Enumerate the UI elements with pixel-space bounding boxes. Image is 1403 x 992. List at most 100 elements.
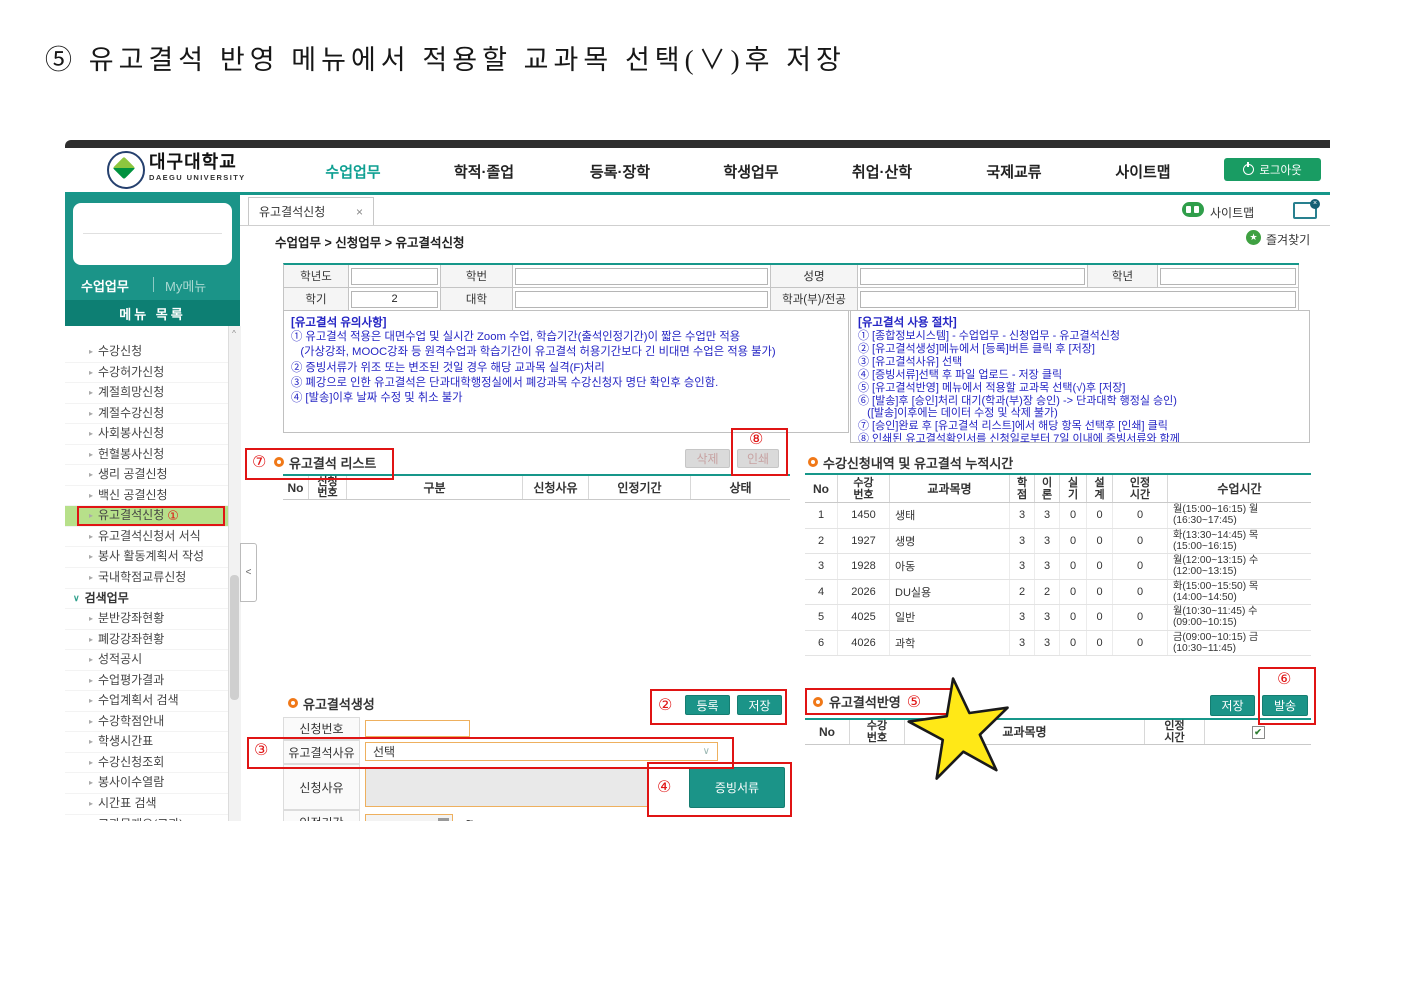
annotation-7: ⑦: [252, 452, 267, 471]
breadcrumb: 수업업무 > 신청업무 > 유고결석신청: [275, 236, 465, 250]
enrollment-table: No 수강 번호 교과목명 학 점 이 론 실 기 설 계 인정 시간 수업시간…: [805, 473, 1311, 656]
sitemap-icon[interactable]: [1182, 202, 1204, 217]
sidebar-item-seasonal-hope[interactable]: ▸ 계절희망신청: [65, 383, 228, 404]
reason-label: 신청사유: [283, 764, 360, 810]
reason-textarea[interactable]: [365, 768, 648, 807]
sidebar-item-service-plan[interactable]: ▸ 봉사 활동계획서 작성: [65, 547, 228, 569]
sidebar-section-search[interactable]: ∨ 검색업무: [65, 588, 228, 610]
field-label: 학년도: [284, 265, 349, 287]
scroll-up-arrow[interactable]: ^: [228, 326, 240, 340]
header-divider: [65, 192, 1330, 195]
sidebar-item-credit-exchange[interactable]: ▸ 국내학점교류신청: [65, 568, 228, 589]
nav-records[interactable]: 학적·졸업: [454, 161, 514, 182]
create-section-title: 유고결석생성: [303, 697, 375, 712]
reason-type-select[interactable]: 선택 ∨: [365, 742, 718, 761]
sidebar-item-period-absence[interactable]: ▸ 생리 공결신청: [65, 465, 228, 486]
power-icon: [1243, 162, 1255, 175]
send-button[interactable]: 발송: [1262, 695, 1308, 716]
popup-window-icon[interactable]: ×: [1293, 199, 1320, 219]
field-label: 학과(부)/전공: [771, 288, 858, 310]
triangle-icon: ▸: [89, 573, 94, 583]
nav-classes[interactable]: 수업업무: [325, 161, 380, 182]
sidebar-item-credit-guide[interactable]: ▸ 수강학점안내: [65, 711, 228, 733]
university-logo: 대구대학교 DAEGU UNIVERSITY: [149, 153, 246, 182]
annotation-3: ③: [254, 740, 269, 759]
sidebar-item-absence-apply[interactable]: ▸ 유고결석신청 ①: [65, 506, 228, 527]
sidebar-item-closed-status[interactable]: ▸ 폐강강좌현황: [65, 629, 228, 651]
save-button[interactable]: 저장: [737, 695, 782, 715]
absence-list-title: 유고결석 리스트: [289, 456, 377, 471]
table-row: 2 1927 생명 3 3 0 0 0 화(13:30~14:45) 목(15:00~16:15…: [805, 528, 1311, 554]
college-input[interactable]: [515, 290, 768, 308]
tabbar-divider: [240, 225, 1330, 226]
sidebar-item-service-record[interactable]: ▸ 봉사이수열람: [65, 773, 228, 795]
register-button[interactable]: 등록: [685, 695, 730, 715]
sidebar-item-vaccine-absence[interactable]: ▸ 백신 공결신청: [65, 485, 228, 507]
name-input[interactable]: [860, 267, 1085, 285]
major-input[interactable]: [860, 290, 1296, 308]
reason-type-label: 유고결석사유: [283, 740, 360, 764]
sidebar-item-social-service[interactable]: ▸ 사회봉사신청: [65, 424, 228, 445]
annotation-6: ⑥: [1277, 669, 1292, 688]
apply-save-button[interactable]: 저장: [1210, 695, 1255, 716]
grade-input[interactable]: [1160, 267, 1296, 285]
sidebar-item-grade-notice[interactable]: ▸ 성적공시: [65, 650, 228, 671]
triangle-icon: ▸: [89, 634, 94, 644]
sidebar-collapse-handle[interactable]: <: [240, 543, 257, 602]
sidebar-item-syllabus-search[interactable]: ▸ 수업계획서 검색: [65, 691, 228, 712]
sidebar-item-timetable-search[interactable]: ▸ 시간표 검색: [65, 794, 228, 815]
scrollbar-thumb[interactable]: [230, 575, 239, 700]
tab-absence-apply[interactable]: 유고결석신청 ×: [248, 197, 374, 225]
nav-student[interactable]: 학생업무: [723, 161, 778, 182]
field-label: 학번: [441, 265, 513, 287]
nav-career[interactable]: 취업·산학: [852, 161, 912, 182]
request-no-input[interactable]: [365, 720, 470, 737]
table-row: 6 4026 과학 3 3 0 0 0 금(09:00~10:15) 금(10:30~11:45…: [805, 630, 1311, 656]
window-top-bar: [65, 140, 1330, 148]
section-bullet-icon: [288, 698, 298, 708]
sidebar-item-class-status[interactable]: ▸ 분반강좌현황: [65, 609, 228, 630]
favorite-link[interactable]: 즐겨찾기: [1266, 231, 1310, 248]
nav-sitemap[interactable]: 사이트맵: [1115, 161, 1170, 182]
nav-registration[interactable]: 등록·장학: [590, 161, 650, 182]
delete-button[interactable]: 삭제: [685, 449, 730, 468]
sidebar-tab-mymenu[interactable]: My메뉴: [165, 276, 206, 295]
sidebar-item-class-eval[interactable]: ▸ 수업평가결과: [65, 670, 228, 692]
sidebar-tab-classes[interactable]: 수업업무: [81, 276, 129, 295]
sidebar-profile-box: [73, 203, 232, 265]
period-start-input[interactable]: [365, 814, 453, 821]
nav-international[interactable]: 국제교류: [986, 161, 1041, 182]
table-row: 3 1928 아동 3 3 0 0 0 월(12:00~13:15) 수(12:00~13:15…: [805, 554, 1311, 580]
triangle-icon: ▸: [89, 347, 94, 356]
logout-button[interactable]: 로그아웃: [1224, 158, 1321, 181]
sidebar-item-sugang[interactable]: ▸ 수강신청: [65, 342, 228, 363]
sidebar-item-seasonal[interactable]: ▸ 계절수강신청: [65, 403, 228, 425]
apply-section-title: 유고결석반영: [829, 695, 901, 710]
print-button[interactable]: 인쇄: [737, 449, 779, 468]
major-cell: [858, 288, 1299, 310]
semester-cell: 2: [349, 288, 441, 310]
evidence-button[interactable]: 증빙서류: [689, 767, 785, 808]
year-input[interactable]: [351, 267, 438, 285]
triangle-icon: ▸: [89, 388, 94, 398]
select-all-checkbox[interactable]: ✔: [1251, 725, 1265, 739]
sidebar-item-sugang-lookup[interactable]: ▸ 수강신청조회: [65, 752, 228, 774]
section-bullet-icon: [274, 457, 284, 467]
sidebar-item-timetable[interactable]: ▸ 학생시간표: [65, 732, 228, 753]
triangle-icon: ▸: [89, 408, 94, 418]
logo-subtitle: DAEGU UNIVERSITY: [149, 173, 246, 182]
table-row: 4 2026 DU실용 2 2 0 0 0 화(15:00~15:50) 목(14:00~14:…: [805, 579, 1311, 605]
sitemap-link[interactable]: 사이트맵: [1210, 204, 1254, 221]
sidebar-item-sugang-permit[interactable]: ▸ 수강허가신청: [65, 362, 228, 384]
sidebar-item-blood-service[interactable]: ▸ 헌혈봉사신청: [65, 444, 228, 466]
sidebar-item-course-outline[interactable]: ▸교과목개요(교과): [65, 814, 228, 821]
tab-close-icon[interactable]: ×: [356, 205, 363, 219]
sidebar-item-absence-form[interactable]: ▸ 유고결석신청서 서식: [65, 526, 228, 548]
favorite-star-icon[interactable]: ★: [1246, 230, 1261, 245]
student-id-input[interactable]: [515, 267, 768, 285]
triangle-icon: ▸: [89, 737, 94, 747]
semester-input[interactable]: 2: [351, 290, 438, 308]
annotation-2: ②: [658, 695, 673, 714]
annotation-8: ⑧: [749, 429, 764, 448]
period-label: 인정기간: [283, 810, 360, 821]
